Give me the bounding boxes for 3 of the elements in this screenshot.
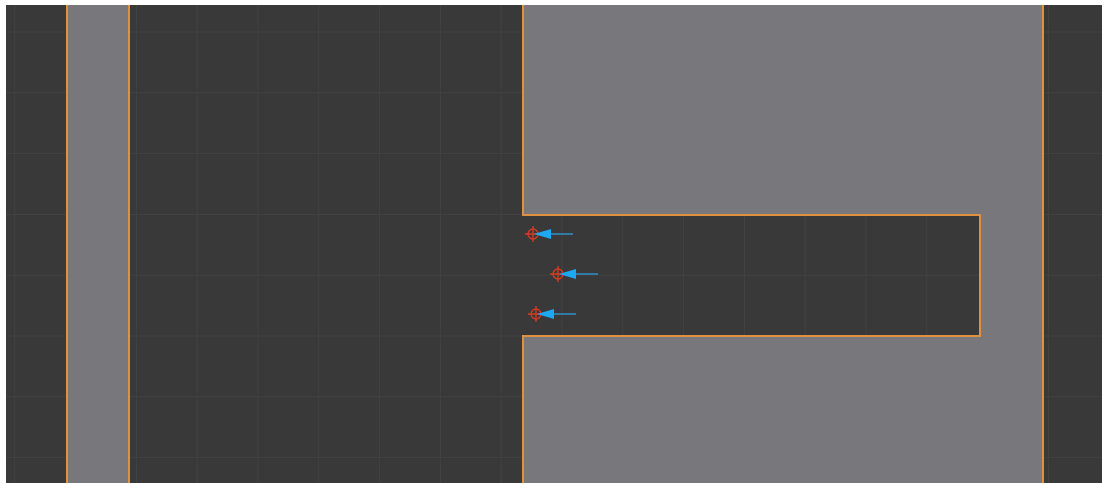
arrow [534, 229, 574, 239]
arrow [559, 269, 599, 279]
arrow [537, 309, 577, 319]
